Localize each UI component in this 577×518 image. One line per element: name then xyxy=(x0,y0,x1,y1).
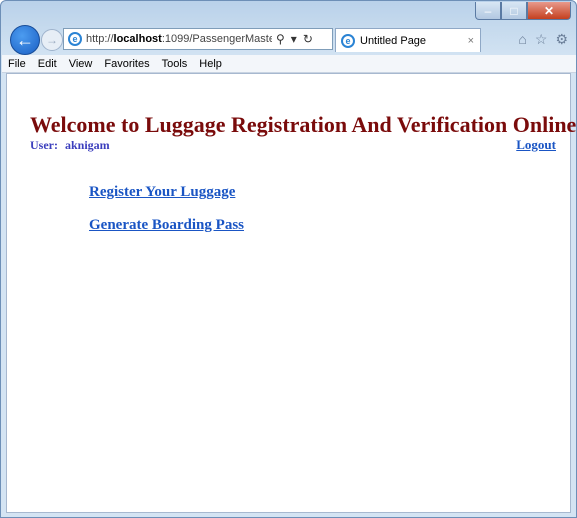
address-url[interactable]: http://localhost:1099/PassengerMaster.a: xyxy=(86,33,272,45)
arrow-left-icon: ← xyxy=(16,29,34,50)
menu-file[interactable]: File xyxy=(2,58,32,70)
menu-tools[interactable]: Tools xyxy=(156,58,194,70)
register-luggage-link[interactable]: Register Your Luggage xyxy=(89,184,235,201)
home-icon[interactable]: ⌂ xyxy=(518,31,526,48)
address-bar[interactable]: e http://localhost:1099/PassengerMaster.… xyxy=(63,28,333,50)
page-title: Welcome to Luggage Registration And Veri… xyxy=(30,112,577,137)
window-controls: – □ ✕ xyxy=(475,2,571,22)
tab-untitled-page[interactable]: e Untitled Page × xyxy=(335,28,481,52)
ie-logo-icon: e xyxy=(341,33,355,48)
page-content: Welcome to Luggage Registration And Veri… xyxy=(6,73,576,513)
menu-edit[interactable]: Edit xyxy=(32,58,63,70)
refresh-icon[interactable]: ↻ xyxy=(303,32,313,46)
title-bar: – □ ✕ ← → e http://localhost:1099/Passen… xyxy=(1,1,576,57)
menu-bar: File Edit View Favorites Tools Help xyxy=(2,55,576,73)
minimize-button[interactable]: – xyxy=(475,2,501,20)
maximize-button[interactable]: □ xyxy=(501,2,527,20)
user-label: User: xyxy=(30,138,58,152)
browser-window: – □ ✕ ← → e http://localhost:1099/Passen… xyxy=(0,0,577,518)
search-icon[interactable]: ⚲ xyxy=(276,32,285,46)
menu-view[interactable]: View xyxy=(63,58,99,70)
favorites-icon[interactable]: ☆ xyxy=(535,31,548,48)
username: aknigam xyxy=(64,138,110,152)
logout-link[interactable]: Logout xyxy=(516,137,556,153)
arrow-right-icon: → xyxy=(46,33,58,47)
close-button[interactable]: ✕ xyxy=(527,2,571,20)
menu-help[interactable]: Help xyxy=(193,58,228,70)
dropdown-icon[interactable]: ▾ xyxy=(291,32,297,46)
tab-title: Untitled Page xyxy=(360,34,427,47)
tab-close-icon[interactable]: × xyxy=(468,35,474,47)
user-info: User: aknigam xyxy=(30,138,110,153)
generate-boarding-pass-link[interactable]: Generate Boarding Pass xyxy=(89,217,244,234)
menu-favorites[interactable]: Favorites xyxy=(98,58,155,70)
ie-logo-icon: e xyxy=(68,32,82,46)
gear-icon[interactable]: ⚙ xyxy=(555,31,568,48)
back-button[interactable]: ← xyxy=(10,25,40,55)
address-tools: ⚲ ▾ ↻ xyxy=(276,32,313,46)
forward-button[interactable]: → xyxy=(41,29,63,51)
toolbar-icons: ⌂ ☆ ⚙ xyxy=(518,31,568,48)
